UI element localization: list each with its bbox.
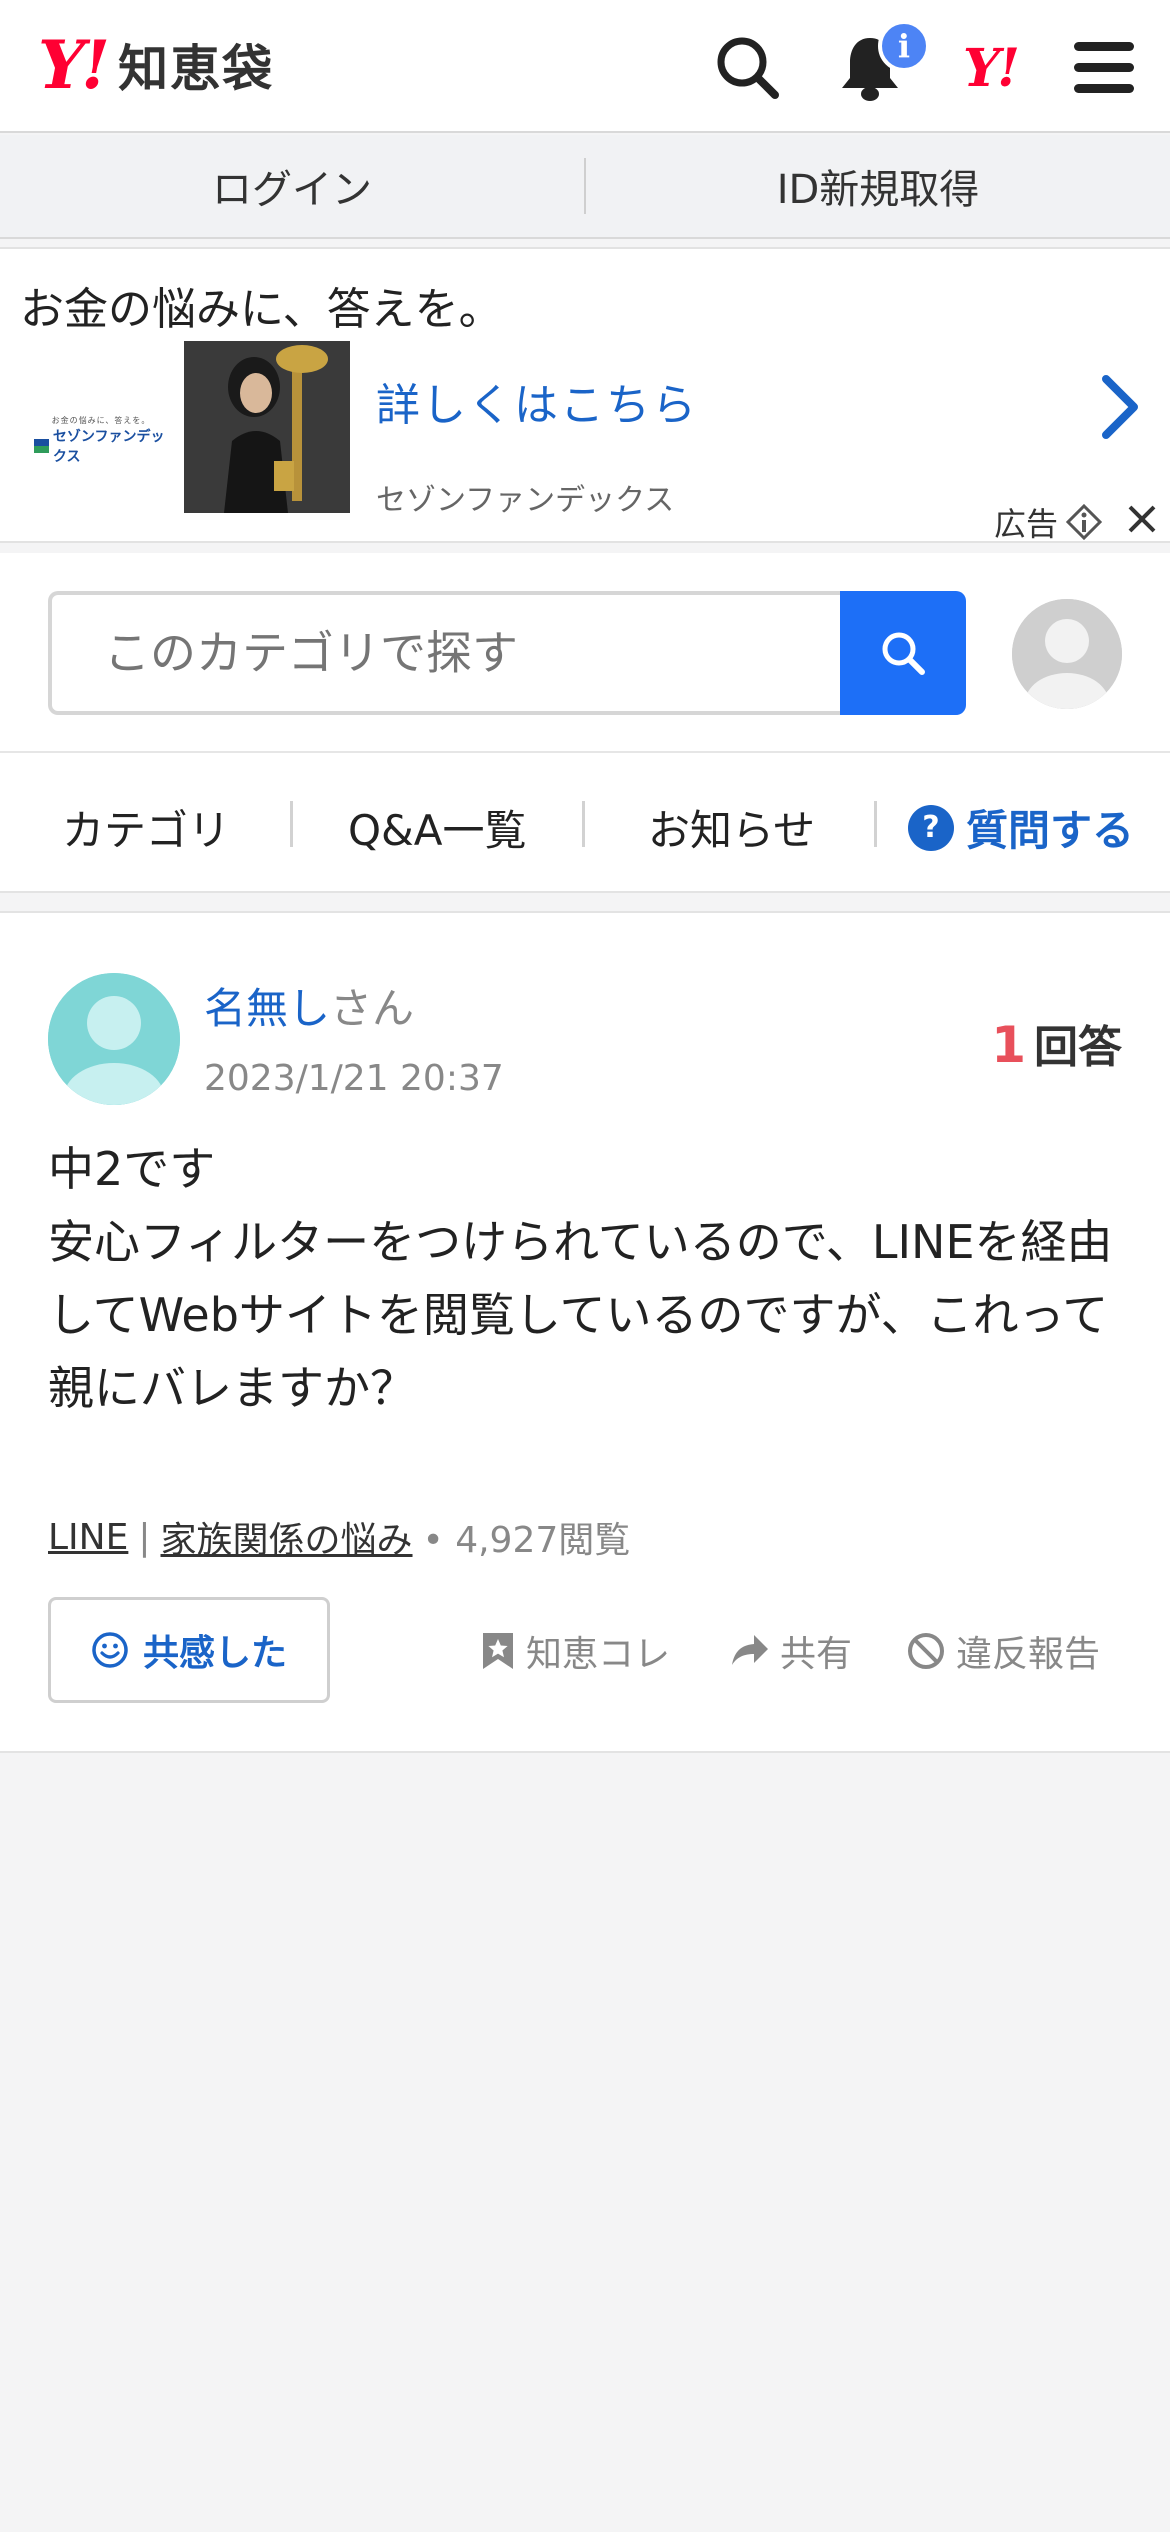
divider (582, 801, 585, 847)
tab-category[interactable]: カテゴリ (62, 797, 230, 858)
category-search-input[interactable] (48, 591, 842, 715)
bookmark-label: 知恵コレ (526, 1634, 671, 1675)
question-card: 名無しさん 2023/1/21 20:37 1 回答 中2です 安心フィルターを… (0, 911, 1170, 1753)
answer-count-number: 1 (991, 1016, 1026, 1074)
hamburger-menu-icon (1074, 42, 1134, 93)
share-arrow-icon (732, 1635, 768, 1665)
yahoo-icon: Y! (963, 37, 1020, 99)
site-name: 知恵袋 (118, 40, 275, 98)
search-icon (882, 632, 925, 675)
question-mark-icon: ? (908, 804, 954, 851)
notification-button[interactable]: i (830, 20, 930, 108)
smile-icon (92, 1632, 128, 1668)
tag-family-problems[interactable]: 家族関係の悩み (161, 1511, 413, 1563)
yahoo-top-button[interactable]: Y! (950, 28, 1030, 108)
questioner-name[interactable]: 名無しさん (204, 975, 414, 1036)
share-button[interactable]: 共有 (730, 1625, 852, 1677)
empathy-label: 共感した (142, 1633, 287, 1674)
default-avatar-icon (48, 973, 180, 1105)
ad-close-button[interactable] (1124, 501, 1160, 537)
divider (874, 801, 877, 847)
ad-brand-name: セゾンファンデックス (52, 429, 165, 465)
ad-brand-tagline: お金の悩みに、答えを。 (51, 416, 151, 425)
ad-image[interactable] (184, 341, 350, 513)
report-button[interactable]: 違反報告 (906, 1625, 1100, 1677)
report-label: 違反報告 (956, 1634, 1101, 1675)
brand-mark-icon (34, 439, 49, 453)
prohibited-icon (908, 1633, 944, 1669)
menu-button[interactable] (1064, 28, 1144, 108)
ad-advertiser: セゾンファンデックス (376, 483, 675, 518)
bookmark-star-icon (483, 1633, 513, 1669)
ad-info[interactable]: 広告 (994, 499, 1102, 545)
search-icon (717, 37, 779, 99)
divider (290, 801, 293, 847)
adchoices-icon (1066, 504, 1102, 540)
tab-qa-list[interactable]: Q&A一覧 (348, 797, 527, 858)
user-avatar[interactable] (1012, 599, 1122, 709)
tag-separator: | (138, 1516, 151, 1558)
yahoo-chiebukuro-logo[interactable]: Y! 知恵袋 (38, 26, 275, 104)
search-submit-button[interactable] (840, 591, 966, 715)
category-search-bar (0, 553, 1170, 753)
yahoo-logo-mark: Y! (38, 26, 110, 104)
chevron-right-icon[interactable] (1090, 367, 1150, 447)
view-count: • 4,927閲覧 (422, 1520, 631, 1561)
post-date: 2023/1/21 20:37 (204, 1058, 504, 1099)
advertisement[interactable]: お金の悩みに、答えを。 お金の悩みに、答えを。 セゾンファンデックス 詳しくはこ… (0, 247, 1170, 543)
ad-brand-logo: お金の悩みに、答えを。 セゾンファンデックス (34, 415, 168, 465)
login-link[interactable]: ログイン (0, 157, 584, 215)
bookmark-button[interactable]: 知恵コレ (480, 1625, 670, 1677)
question-body: 中2です 安心フィルターをつけられているので、LINEを経由してWebサイトを閲… (48, 1142, 1113, 1415)
questioner-avatar[interactable] (48, 973, 180, 1105)
ad-photo-illustration (184, 341, 350, 513)
share-label: 共有 (780, 1634, 853, 1675)
answer-count-label: 回答 (1034, 1022, 1122, 1073)
ask-question-label: 質問する (966, 806, 1135, 855)
user-honorific: さん (330, 984, 415, 1033)
ad-headline: お金の悩みに、答えを。 (20, 284, 503, 335)
ad-label: 広告 (993, 505, 1058, 543)
answer-count[interactable]: 1 回答 (991, 1011, 1122, 1075)
tag-line[interactable]: LINE (48, 1517, 128, 1558)
tab-news[interactable]: お知らせ (648, 797, 815, 858)
search-button[interactable] (708, 28, 788, 108)
account-bar: ログイン ID新規取得 (0, 135, 1170, 239)
ask-question-button[interactable]: ? 質問する (908, 797, 1134, 858)
close-icon (1128, 505, 1156, 533)
empathy-button[interactable]: 共感した (48, 1597, 330, 1703)
category-nav: カテゴリ Q&A一覧 お知らせ ? 質問する (0, 753, 1170, 893)
user-name[interactable]: 名無し (204, 984, 330, 1033)
default-avatar-icon (1012, 599, 1122, 709)
register-link[interactable]: ID新規取得 (586, 157, 1170, 215)
question-tags: LINE | 家族関係の悩み • 4,927閲覧 (48, 1511, 630, 1563)
app-header: Y! 知恵袋 i Y! (0, 0, 1170, 133)
notification-badge: i (878, 20, 930, 72)
ad-cta-link[interactable]: 詳しくはこちら (376, 369, 698, 433)
